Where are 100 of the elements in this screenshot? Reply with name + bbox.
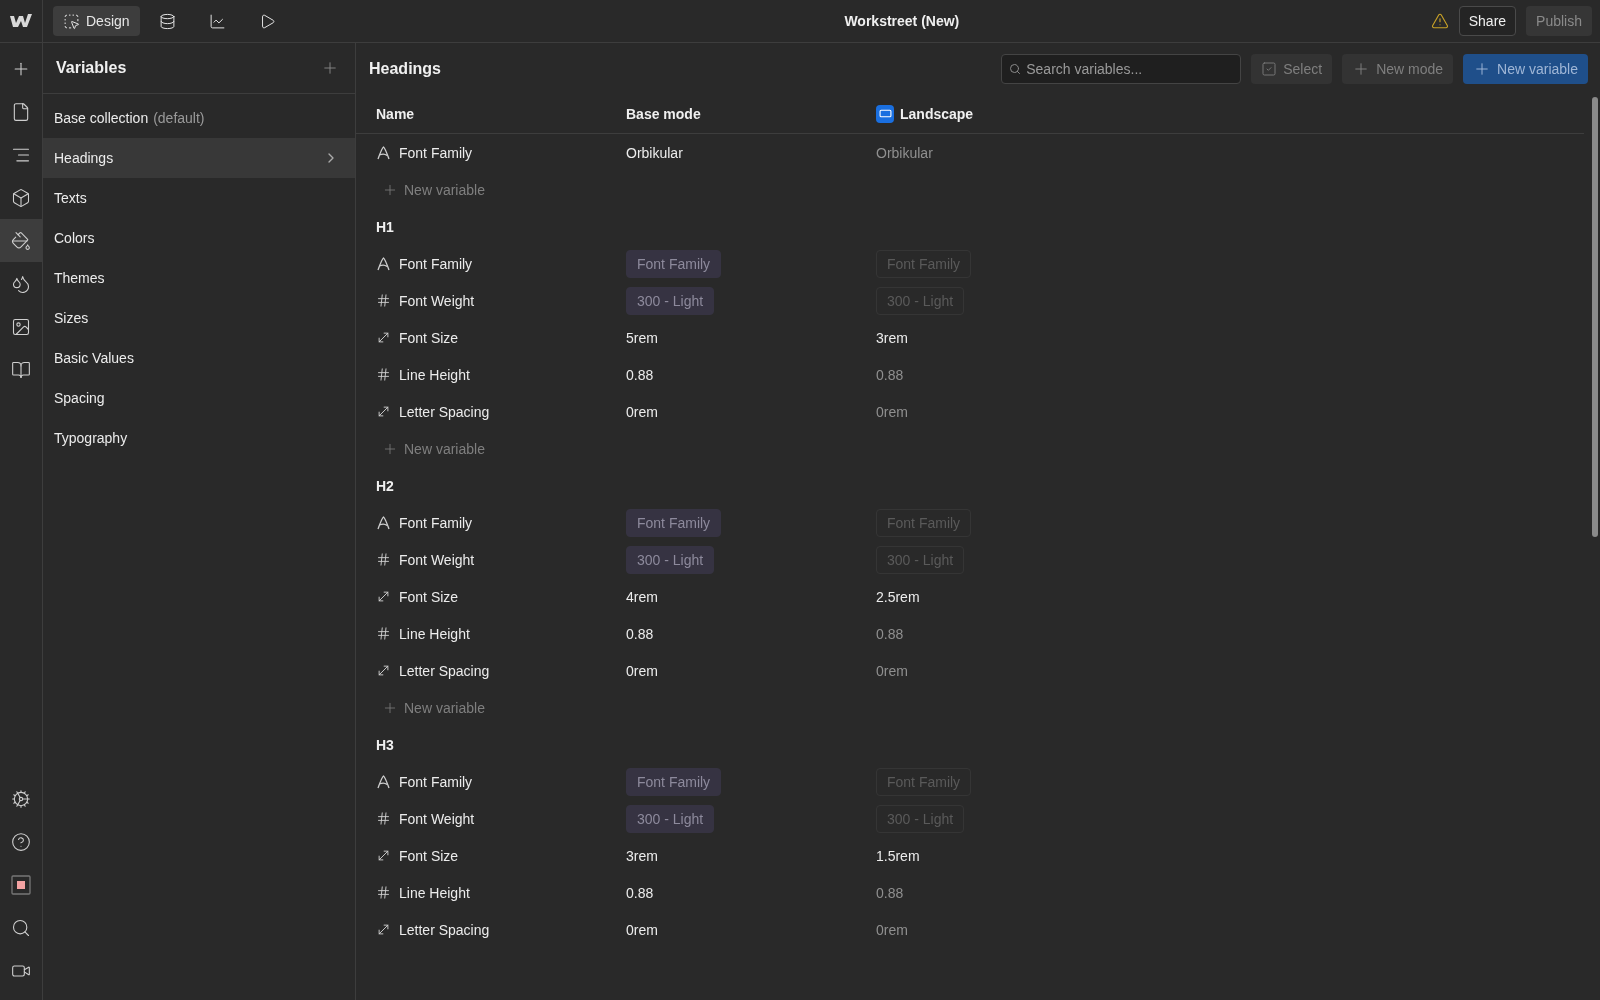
search-icon: [11, 917, 31, 938]
value-text[interactable]: 0rem: [876, 662, 908, 679]
value-text[interactable]: 0.88: [626, 625, 654, 642]
value-text[interactable]: 1.5rem: [876, 847, 920, 864]
diagonal-arrow-icon: [376, 404, 391, 419]
variable-name[interactable]: Font Family: [399, 773, 473, 790]
landscape-icon: [876, 104, 894, 123]
design-tab[interactable]: Design: [53, 6, 140, 36]
drops-icon: [11, 273, 31, 294]
variable-name[interactable]: Line Height: [399, 625, 470, 642]
value-text[interactable]: Orbikular: [626, 144, 683, 161]
variable-name[interactable]: Font Family: [399, 255, 473, 272]
variable-name[interactable]: Font Size: [399, 847, 459, 864]
value-text[interactable]: 0.88: [626, 884, 654, 901]
variable-name[interactable]: Font Family: [399, 514, 473, 531]
add-icon: [321, 59, 339, 77]
collection-item[interactable]: Base collection (default): [43, 98, 355, 138]
value-text[interactable]: 5rem: [626, 329, 658, 346]
reference-tag[interactable]: 300 - Light: [626, 286, 715, 315]
column-header: Name: [376, 105, 415, 122]
value-text[interactable]: 3rem: [876, 329, 908, 346]
project-title: Workstreet (New): [843, 13, 961, 29]
variable-name[interactable]: Font Weight: [399, 810, 475, 827]
variable-name[interactable]: Font Size: [399, 588, 459, 605]
value-text[interactable]: 0rem: [876, 921, 908, 938]
collection-item[interactable]: Typography: [43, 418, 355, 458]
scrollbar-thumb[interactable]: [1592, 97, 1598, 537]
diagonal-arrow-icon: [376, 922, 391, 937]
value-text[interactable]: 0rem: [626, 921, 658, 938]
book-icon: [11, 359, 31, 380]
hash-icon: [376, 811, 391, 826]
reference-tag[interactable]: 300 - Light: [626, 545, 715, 574]
variable-name[interactable]: Letter Spacing: [399, 921, 490, 938]
diagonal-arrow-icon: [376, 663, 391, 678]
panel-title: Variables: [56, 59, 127, 77]
settings-icon: [11, 788, 31, 809]
collection-label: Colors: [54, 230, 95, 246]
share-button[interactable]: Share: [1458, 6, 1517, 36]
variable-name[interactable]: Letter Spacing: [399, 662, 490, 679]
variable-name[interactable]: Font Weight: [399, 292, 475, 309]
column-header: Landscape: [900, 105, 974, 122]
warning-icon[interactable]: [1430, 12, 1449, 30]
reference-tag[interactable]: Font Family: [626, 249, 722, 278]
collection-item[interactable]: Texts: [43, 178, 355, 218]
line-chart-icon: [209, 12, 227, 30]
collection-item[interactable]: Headings: [43, 138, 355, 178]
group-title: H2: [376, 477, 395, 494]
value-text[interactable]: 0.88: [626, 366, 654, 383]
search-icon: [1009, 62, 1022, 75]
collection-label: Spacing: [54, 390, 105, 406]
collection-item[interactable]: Sizes: [43, 298, 355, 338]
diagonal-arrow-icon: [376, 848, 391, 863]
search-field[interactable]: Search variables...: [1001, 53, 1242, 84]
checkbox-icon: [1261, 60, 1278, 77]
value-text[interactable]: 2.5rem: [876, 588, 920, 605]
collection-item[interactable]: Themes: [43, 258, 355, 298]
value-text[interactable]: 0rem: [626, 403, 658, 420]
value-text[interactable]: 0rem: [626, 662, 658, 679]
hash-icon: [376, 885, 391, 900]
help-icon: [11, 831, 31, 852]
value-text[interactable]: Orbikular: [876, 144, 933, 161]
publish-button[interactable]: Publish: [1526, 6, 1592, 36]
variable-name[interactable]: Font Family: [399, 144, 473, 161]
collection-label: Base collection (default): [54, 110, 205, 126]
variable-name[interactable]: Letter Spacing: [399, 403, 490, 420]
design-icon: [63, 12, 80, 30]
value-text[interactable]: 0.88: [876, 884, 904, 901]
new-variable-button[interactable]: New variable: [376, 440, 485, 457]
variables-button[interactable]: [0, 219, 42, 262]
collection-label: Headings: [54, 150, 114, 166]
new-variable-button[interactable]: New variable: [1463, 53, 1588, 84]
hash-icon: [376, 626, 391, 641]
database-icon: [159, 12, 177, 30]
value-text[interactable]: 0.88: [876, 366, 904, 383]
new-variable-button[interactable]: New variable: [376, 699, 485, 716]
variable-name[interactable]: Line Height: [399, 884, 470, 901]
variable-name[interactable]: Font Weight: [399, 551, 475, 568]
collection-title: Headings: [369, 59, 442, 78]
collection-label: Basic Values: [54, 350, 134, 366]
new-variable-button[interactable]: New variable: [376, 181, 485, 198]
value-text[interactable]: 3rem: [626, 847, 658, 864]
collection-item[interactable]: Colors: [43, 218, 355, 258]
collection-item[interactable]: Spacing: [43, 378, 355, 418]
image-icon: [11, 316, 31, 337]
variable-name[interactable]: Line Height: [399, 366, 470, 383]
font-icon: [376, 774, 391, 789]
stop-icon: [11, 874, 31, 895]
value-text[interactable]: 4rem: [626, 588, 658, 605]
collection-label: Texts: [54, 190, 87, 206]
group-title: H3: [376, 736, 395, 753]
logo-icon: [10, 14, 32, 28]
variable-name[interactable]: Font Size: [399, 329, 459, 346]
reference-tag[interactable]: Font Family: [626, 767, 722, 796]
collection-label: Themes: [54, 270, 105, 286]
value-text[interactable]: 0rem: [876, 403, 908, 420]
reference-tag[interactable]: Font Family: [626, 508, 722, 537]
collection-item[interactable]: Basic Values: [43, 338, 355, 378]
diagonal-arrow-icon: [376, 330, 391, 345]
value-text[interactable]: 0.88: [876, 625, 904, 642]
reference-tag[interactable]: 300 - Light: [626, 804, 715, 833]
